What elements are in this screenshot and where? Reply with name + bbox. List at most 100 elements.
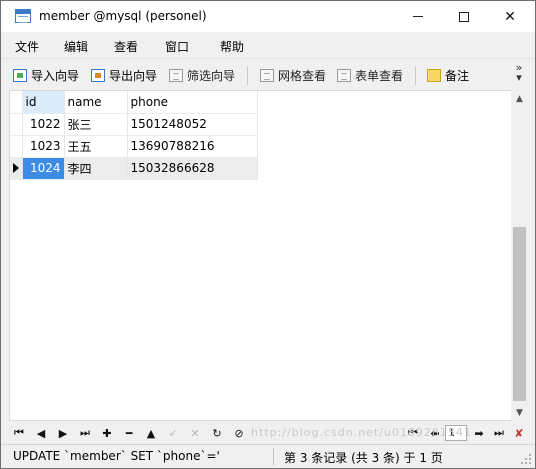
add-record-button[interactable]: ✚ — [99, 425, 115, 441]
import-wizard-button[interactable]: 导入向导 — [13, 67, 79, 84]
edit-record-button[interactable]: ▲ — [143, 425, 159, 441]
memo-icon — [427, 69, 441, 82]
cell-id[interactable]: 1022 — [22, 113, 65, 136]
table-row[interactable]: 1022 张三 1501248052 — [10, 113, 258, 136]
plus-icon: ✚ — [102, 426, 112, 440]
menu-view[interactable]: 查看 — [114, 38, 138, 55]
table-row-current[interactable]: 1024 李四 15032866628 — [10, 157, 258, 180]
stop-icon: ⊘ — [234, 426, 244, 440]
records-table: id name phone 1022 张三 1501248052 1023 王五… — [10, 91, 258, 180]
column-header-id[interactable]: id — [22, 91, 65, 114]
minimize-icon — [413, 16, 423, 17]
filter-wizard-button[interactable]: 筛选向导 — [169, 67, 235, 84]
page-settings-button[interactable]: ✘ — [511, 425, 527, 441]
close-icon: ✕ — [504, 8, 516, 25]
grid-view-button[interactable]: 网格查看 — [260, 67, 326, 84]
export-icon — [91, 69, 105, 82]
export-wizard-button[interactable]: 导出向导 — [91, 67, 157, 84]
toolbar-overflow-button[interactable]: » ▾ — [513, 62, 525, 84]
table-icon — [15, 9, 31, 23]
last-page-icon: ⏭ — [494, 426, 504, 439]
apply-changes-button[interactable]: ✓ — [165, 425, 181, 441]
header-row: id name phone — [10, 91, 258, 114]
menu-edit[interactable]: 编辑 — [64, 38, 88, 55]
status-record-info: 第 3 条记录 (共 3 条) 于 1 页 — [284, 451, 443, 465]
discard-changes-button[interactable]: ✕ — [187, 425, 203, 441]
grid-view-label: 网格查看 — [278, 69, 327, 83]
status-divider — [273, 448, 274, 465]
first-record-button[interactable]: ⏮ — [11, 425, 27, 441]
cell-name[interactable]: 王五 — [64, 135, 128, 158]
toolbar-divider — [247, 66, 248, 85]
menu-help[interactable]: 帮助 — [220, 38, 244, 55]
dropdown-arrow-icon: ▾ — [516, 71, 522, 84]
cell-id-selected[interactable]: 1024 — [22, 157, 65, 180]
last-icon: ⏭ — [80, 426, 90, 439]
form-view-label: 表单查看 — [355, 69, 404, 83]
watermark-text: http://blog.csdn.net/u0189281541 — [251, 426, 472, 439]
minus-icon: ━ — [125, 426, 133, 440]
refresh-icon: ↻ — [212, 426, 222, 440]
column-header-name[interactable]: name — [64, 91, 128, 114]
grid-view-icon — [260, 69, 274, 82]
cell-phone[interactable]: 1501248052 — [127, 113, 258, 136]
stop-button[interactable]: ⊘ — [231, 425, 247, 441]
export-wizard-label: 导出向导 — [109, 69, 158, 83]
last-page-button[interactable]: ⏭ — [491, 425, 507, 441]
memo-label: 备注 — [445, 69, 470, 83]
delete-record-button[interactable]: ━ — [121, 425, 137, 441]
prior-icon: ◀ — [36, 426, 46, 440]
form-view-button[interactable]: 表单查看 — [337, 67, 403, 84]
chevron-up-icon: ▲ — [516, 93, 523, 104]
toolbar-divider — [415, 66, 416, 85]
import-wizard-label: 导入向导 — [31, 69, 80, 83]
triangle-up-icon: ▲ — [146, 426, 156, 440]
cell-phone[interactable]: 13690788216 — [127, 135, 258, 158]
cancel-icon: ✕ — [190, 426, 200, 440]
last-record-button[interactable]: ⏭ — [77, 425, 93, 441]
data-grid[interactable]: id name phone 1022 张三 1501248052 1023 王五… — [9, 90, 528, 421]
status-sql-text: UPDATE `member` SET `phone`=' — [13, 449, 220, 463]
cell-name[interactable]: 李四 — [64, 157, 128, 180]
maximize-button[interactable] — [441, 1, 487, 32]
current-row-arrow-icon — [13, 163, 19, 173]
filter-icon — [169, 69, 183, 82]
row-indicator[interactable] — [10, 113, 23, 136]
menu-window[interactable]: 窗口 — [165, 38, 189, 55]
form-view-icon — [337, 69, 351, 82]
table-row[interactable]: 1023 王五 13690788216 — [10, 135, 258, 158]
filter-wizard-label: 筛选向导 — [187, 69, 236, 83]
import-icon — [13, 69, 27, 82]
title-bar: member @mysql (personel) ✕ — [1, 1, 535, 32]
table-editor-window: member @mysql (personel) ✕ 文件 编辑 查看 窗口 帮… — [0, 0, 536, 469]
cell-phone[interactable]: 15032866628 — [127, 157, 258, 180]
close-button[interactable]: ✕ — [487, 1, 533, 32]
maximize-icon — [459, 11, 469, 22]
next-page-button[interactable]: ➡ — [471, 425, 487, 441]
tools-icon: ✘ — [514, 426, 524, 440]
row-indicator[interactable] — [10, 135, 23, 158]
row-indicator[interactable] — [10, 157, 23, 180]
column-header-phone[interactable]: phone — [127, 91, 258, 114]
menu-file[interactable]: 文件 — [15, 38, 39, 55]
arrow-right-icon: ➡ — [474, 426, 484, 440]
cell-name[interactable]: 张三 — [64, 113, 128, 136]
menu-bar: 文件 编辑 查看 窗口 帮助 — [1, 32, 535, 58]
minimize-button[interactable] — [395, 1, 441, 32]
prior-record-button[interactable]: ◀ — [33, 425, 49, 441]
scroll-up-button[interactable]: ▲ — [511, 90, 528, 107]
cell-id[interactable]: 1023 — [22, 135, 65, 158]
first-icon: ⏮ — [14, 426, 24, 439]
next-record-button[interactable]: ▶ — [55, 425, 71, 441]
memo-button[interactable]: 备注 — [427, 67, 469, 84]
refresh-button[interactable]: ↻ — [209, 425, 225, 441]
scrollbar-thumb[interactable] — [513, 227, 526, 401]
resize-grip-icon[interactable] — [520, 453, 532, 465]
status-bar: UPDATE `member` SET `phone`=' 第 3 条记录 (共… — [1, 444, 535, 468]
toolbar: 导入向导 导出向导 筛选向导 网格查看 表单查看 备注 » ▾ — [1, 58, 535, 90]
check-icon: ✓ — [168, 426, 178, 440]
next-icon: ▶ — [58, 426, 68, 440]
window-title: member @mysql (personel) — [39, 9, 207, 23]
scroll-down-button[interactable]: ▼ — [511, 404, 528, 421]
vertical-scrollbar[interactable]: ▲ ▼ — [511, 90, 528, 421]
